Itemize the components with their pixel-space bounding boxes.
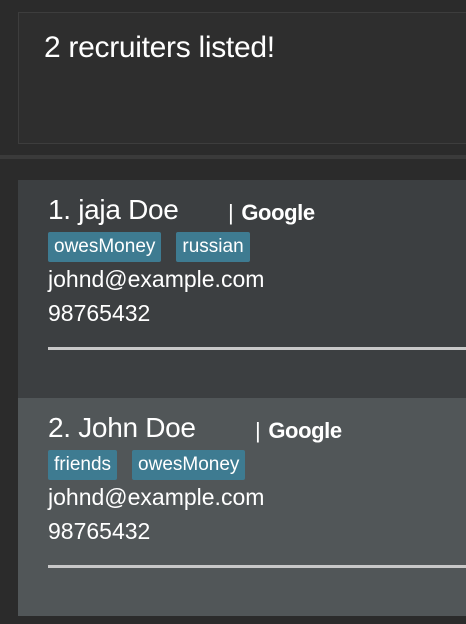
recruiter-email: johnd@example.com	[48, 484, 265, 510]
recruiter-company: | Google	[255, 418, 342, 444]
recruiter-email: johnd@example.com	[48, 266, 265, 292]
tag-list: friends owesMoney	[48, 450, 246, 480]
result-display: 2 recruiters listed!	[18, 12, 466, 144]
company-separator: |	[228, 200, 234, 225]
tag: owesMoney	[132, 450, 246, 480]
recruiter-card[interactable]: 1. jaja Doe | Google owesMoney russian jo…	[18, 180, 466, 398]
tag-list: owesMoney russian	[48, 232, 250, 262]
company-separator: |	[255, 418, 261, 443]
recruiter-phone: 98765432	[48, 518, 151, 544]
company-name: Google	[241, 200, 315, 225]
recruiter-company: | Google	[228, 200, 315, 226]
tag: friends	[48, 450, 118, 480]
recruiter-name: 1. jaja Doe	[48, 194, 179, 225]
card-separator-line	[48, 565, 466, 568]
card-separator-line	[48, 347, 466, 350]
company-name: Google	[268, 418, 342, 443]
result-message: 2 recruiters listed!	[44, 31, 275, 64]
recruiter-phone: 98765432	[48, 300, 151, 326]
tag: russian	[176, 232, 250, 262]
recruiter-card-selected[interactable]: 2. John Doe | Google friends owesMoney jo…	[18, 398, 466, 616]
tag: owesMoney	[48, 232, 162, 262]
recruiter-name: 2. John Doe	[48, 412, 196, 443]
